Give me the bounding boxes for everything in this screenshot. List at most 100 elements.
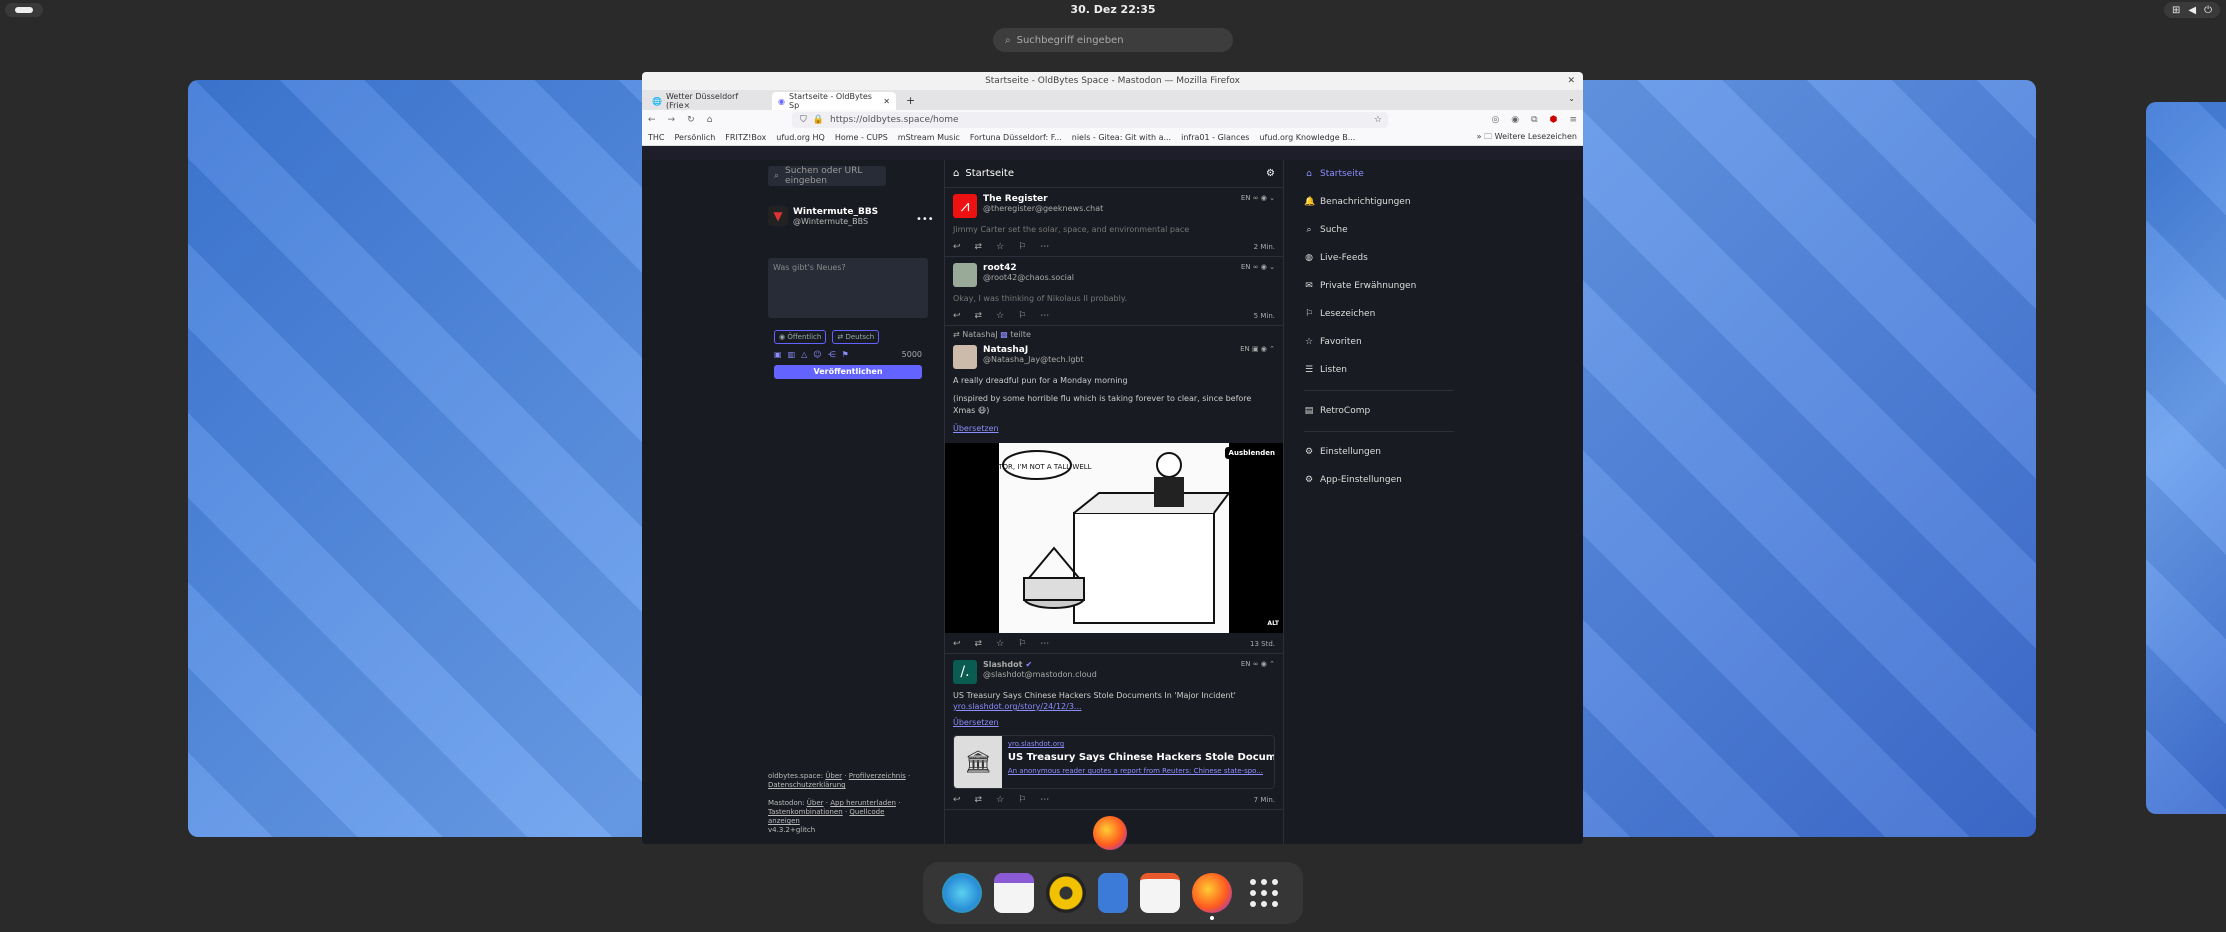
media-attachment[interactable]: DOCTOR, I'M NOT A TALL WELL Ausblenden A… — [945, 443, 1283, 633]
web-browser-icon[interactable] — [942, 873, 982, 913]
emoji-icon[interactable]: ☺ — [813, 350, 821, 359]
bookmark-9[interactable]: ufud.org Knowledge B... — [1259, 133, 1355, 142]
footer-app[interactable]: App herunterladen — [830, 799, 896, 807]
nav-search[interactable]: ⌕ Suche — [1298, 216, 1458, 244]
avatar[interactable] — [953, 263, 977, 287]
other-bookmarks[interactable]: » 🗀 Weitere Lesezeichen — [1472, 130, 1577, 145]
nav-list-retrocomp[interactable]: ▤ RetroComp — [1298, 397, 1458, 425]
bookmark-4[interactable]: Home - CUPS — [835, 133, 888, 142]
bookmark-0[interactable]: THC — [648, 133, 665, 142]
bookmark-3[interactable]: ufud.org HQ — [776, 133, 825, 142]
tab-weather[interactable]: 🌐 Wetter Düsseldorf (Frie× — [646, 92, 770, 110]
bookmark-icon[interactable]: ⚐ — [1018, 795, 1026, 805]
bookmark-1[interactable]: Persönlich — [675, 133, 716, 142]
cartoon-image[interactable]: DOCTOR, I'M NOT A TALL WELL — [982, 443, 1231, 633]
avatar[interactable]: ⩘ — [953, 194, 977, 218]
forward-icon[interactable]: → — [668, 115, 676, 125]
calendar-icon[interactable] — [994, 873, 1034, 913]
reply-icon[interactable]: ↩ — [953, 242, 961, 252]
bookmark-icon[interactable]: ⚐ — [1018, 311, 1026, 321]
rhythmbox-icon[interactable] — [1046, 873, 1086, 913]
nav-favourites[interactable]: ☆ Favoriten — [1298, 328, 1458, 356]
footer-privacy[interactable]: Datenschutzerklärung — [768, 781, 846, 789]
star-icon[interactable]: ☆ — [996, 311, 1004, 321]
publish-button[interactable]: Veröffentlichen — [774, 365, 922, 379]
extensions-icon[interactable]: ⧉ — [1531, 115, 1537, 125]
pocket-icon[interactable]: ◎ — [1491, 115, 1499, 125]
footer-directory[interactable]: Profilverzeichnis — [849, 772, 906, 780]
gear-icon[interactable]: ⚙ — [1266, 168, 1275, 179]
post-link[interactable]: yro.slashdot.org/story/24/12/3... — [953, 702, 1082, 711]
link-preview-card[interactable]: 🏛 yro.slashdot.org US Treasury Says Chine… — [953, 735, 1275, 789]
language-button[interactable]: ⇄ Deutsch — [832, 330, 880, 344]
hide-media-button[interactable]: Ausblenden — [1224, 447, 1279, 459]
close-icon[interactable]: ✕ — [1567, 72, 1575, 90]
firefox-window[interactable]: Startseite - OldBytes Space - Mastodon —… — [642, 72, 1583, 844]
url-field[interactable]: ⛉ 🔒 https://oldbytes.space/home ☆ — [792, 112, 1388, 128]
bookmark-2[interactable]: FRITZ!Box — [725, 133, 766, 142]
image-icon[interactable]: ▣ — [774, 350, 782, 359]
nav-preferences[interactable]: ⚙ Einstellungen — [1298, 438, 1458, 466]
nav-live-feeds[interactable]: ◍ Live-Feeds — [1298, 244, 1458, 272]
reply-icon[interactable]: ↩ — [953, 639, 961, 649]
boost-icon[interactable]: ⇄ — [975, 311, 983, 321]
workspace-right-preview[interactable] — [2146, 102, 2226, 814]
post-root42[interactable]: root42 @root42@chaos.social EN ∞ ◉ ⌄ Okay… — [945, 257, 1283, 326]
alt-badge[interactable]: ALT — [1267, 620, 1279, 627]
nav-app-settings[interactable]: ⚙ App-Einstellungen — [1298, 466, 1458, 494]
more-icon[interactable]: ⋯ — [1040, 639, 1049, 649]
more-icon[interactable]: ⋯ — [1040, 311, 1049, 321]
bookmark-icon[interactable]: ⚐ — [1018, 242, 1026, 252]
visibility-button[interactable]: ◉ Öffentlich — [774, 330, 827, 344]
post-theregister[interactable]: ⩘ The Register @theregister@geeknews.chat… — [945, 188, 1283, 257]
bookmark-6[interactable]: Fortuna Düsseldorf: F... — [970, 133, 1062, 142]
post-natashaj[interactable]: NatashaJ @Natasha_Jay@tech.lgbt EN ▣ ◉ ⌃ … — [945, 339, 1283, 654]
share-icon[interactable]: ⋲ — [828, 350, 836, 359]
more-icon[interactable]: ⋯ — [1040, 795, 1049, 805]
home-icon[interactable]: ⌂ — [707, 115, 713, 125]
close-tab-icon[interactable]: ✕ — [883, 97, 890, 106]
footer-about[interactable]: Über — [825, 772, 842, 780]
reload-icon[interactable]: ↻ — [687, 115, 695, 125]
translate-link[interactable]: Übersetzen — [953, 718, 999, 727]
post-slashdot[interactable]: /. Slashdot ✔ @slashdot@mastodon.cloud EN… — [945, 654, 1283, 810]
star-icon[interactable]: ☆ — [996, 639, 1004, 649]
menu-icon[interactable]: ≡ — [1569, 115, 1577, 125]
reply-icon[interactable]: ↩ — [953, 795, 961, 805]
mastodon-search-input[interactable]: ⌕ Suchen oder URL eingeben — [768, 166, 886, 186]
star-icon[interactable]: ☆ — [1374, 115, 1382, 125]
flag-icon[interactable]: ⚑ — [842, 350, 849, 359]
bookmark-icon[interactable]: ⚐ — [1018, 639, 1026, 649]
boost-icon[interactable]: ⇄ — [975, 795, 983, 805]
ublock-icon[interactable]: ⬢ — [1550, 115, 1558, 125]
account-header[interactable]: ▼ Wintermute_BBS @Wintermute_BBS — [768, 206, 878, 226]
text-editor-icon[interactable] — [1140, 873, 1180, 913]
nav-bookmarks[interactable]: ⚐ Lesezeichen — [1298, 300, 1458, 328]
boost-icon[interactable]: ⇄ — [975, 242, 983, 252]
firefox-icon[interactable] — [1192, 873, 1232, 920]
star-icon[interactable]: ☆ — [996, 795, 1004, 805]
home-feed[interactable]: ⌂ Startseite ⚙ ⩘ The Register @theregiste… — [944, 160, 1284, 844]
footer-about-mastodon[interactable]: Über — [807, 799, 824, 807]
tab-mastodon[interactable]: ◉ Startseite - OldBytes Sp ✕ — [772, 92, 896, 110]
bookmark-8[interactable]: infra01 - Glances — [1181, 133, 1249, 142]
files-icon[interactable] — [1098, 873, 1128, 913]
footer-shortcuts[interactable]: Tastenkombinationen — [768, 808, 843, 816]
nav-private-mentions[interactable]: ✉ Private Erwähnungen — [1298, 272, 1458, 300]
translate-link[interactable]: Übersetzen — [953, 424, 999, 433]
warning-icon[interactable]: △ — [801, 350, 807, 359]
new-tab-button[interactable]: + — [898, 92, 923, 110]
nav-lists[interactable]: ☰ Listen — [1298, 356, 1458, 384]
account-menu-icon[interactable]: ••• — [916, 214, 934, 225]
boost-icon[interactable]: ⇄ — [975, 639, 983, 649]
nav-home[interactable]: ⌂ Startseite — [1298, 160, 1458, 188]
avatar[interactable]: /. — [953, 660, 977, 684]
system-tray[interactable]: ⊞ ◀ ⏻ — [2163, 2, 2220, 18]
overview-search[interactable]: ⌕ Suchbegriff eingeben — [993, 28, 1233, 52]
chevron-down-icon[interactable]: ⌄ — [1568, 94, 1575, 103]
account-icon[interactable]: ◉ — [1511, 115, 1519, 125]
reply-icon[interactable]: ↩ — [953, 311, 961, 321]
avatar[interactable]: ▼ — [768, 206, 788, 226]
more-icon[interactable]: ⋯ — [1040, 242, 1049, 252]
compose-textarea[interactable]: Was gibt's Neues? — [768, 258, 928, 318]
